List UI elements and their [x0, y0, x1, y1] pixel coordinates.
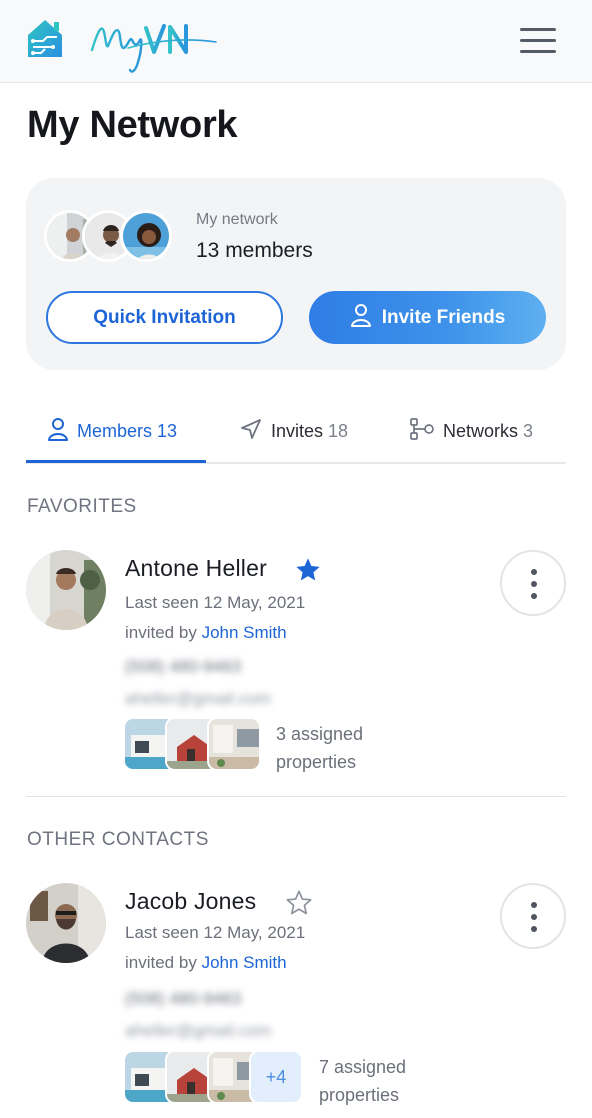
- property-thumbnail[interactable]: [207, 717, 261, 771]
- avatar: [120, 210, 172, 262]
- avatar[interactable]: [26, 550, 106, 630]
- assigned-properties-label: 7 assigned properties: [319, 1057, 407, 1105]
- contact-card[interactable]: Antone Heller Last seen 12 May, 2021 inv…: [26, 550, 566, 780]
- section-heading-other-contacts: OTHER CONTACTS: [27, 829, 209, 850]
- network-label: My network: [196, 211, 278, 228]
- invited-by-text: invited by John Smith: [125, 953, 287, 973]
- invited-by-prefix: invited by: [125, 953, 197, 972]
- tab-label: Members: [77, 420, 153, 441]
- phone-number: (508) 480-9463: [125, 989, 242, 1008]
- phone-number: (508) 480-9463: [125, 657, 242, 676]
- user-icon: [48, 417, 68, 446]
- inviter-link[interactable]: John Smith: [202, 623, 287, 642]
- tab-networks[interactable]: Networks 3: [410, 400, 533, 462]
- email-address: aheller@gmail.com: [125, 1021, 271, 1040]
- contact-card[interactable]: Jacob Jones Last seen 12 May, 2021 invit…: [26, 883, 566, 1113]
- last-seen-text: Last seen 12 May, 2021: [125, 593, 306, 612]
- page-title: My Network: [27, 104, 238, 146]
- avatar[interactable]: [26, 883, 106, 963]
- tab-bar: Members 13 Invites 18 Networks 3: [26, 400, 566, 464]
- contact-name[interactable]: Jacob Jones: [125, 888, 256, 915]
- invited-by-prefix: invited by: [125, 623, 197, 642]
- star-filled-icon[interactable]: [294, 556, 322, 584]
- tab-count: 13: [157, 420, 178, 441]
- tab-label: Invites: [271, 420, 324, 441]
- email-address: aheller@gmail.com: [125, 689, 271, 708]
- network-icon: [410, 417, 434, 445]
- more-properties-badge[interactable]: +4: [249, 1050, 303, 1104]
- user-icon: [350, 303, 372, 333]
- section-divider: [26, 796, 566, 797]
- tab-count: 18: [328, 420, 349, 441]
- inviter-link[interactable]: John Smith: [202, 953, 287, 972]
- tab-invites[interactable]: Invites 18: [240, 400, 348, 462]
- member-count: 13 members: [196, 239, 313, 262]
- hamburger-menu-icon[interactable]: [520, 28, 556, 56]
- invite-friends-button[interactable]: Invite Friends: [309, 291, 546, 344]
- logo-house-icon[interactable]: [25, 17, 65, 59]
- last-seen-text: Last seen 12 May, 2021: [125, 923, 306, 942]
- tab-members[interactable]: Members 13: [48, 400, 177, 462]
- tab-count: 3: [523, 420, 534, 441]
- tab-label: Networks: [443, 420, 519, 441]
- invited-by-text: invited by John Smith: [125, 623, 287, 643]
- network-summary-card: My network 13 members Quick Invitation I…: [26, 178, 566, 370]
- quick-invitation-button[interactable]: Quick Invitation: [46, 291, 283, 344]
- more-options-icon[interactable]: [500, 550, 566, 616]
- assigned-properties-label: 3 assigned properties: [276, 724, 364, 772]
- logo-wordmark[interactable]: [88, 10, 218, 80]
- property-thumbnails[interactable]: +4: [123, 1050, 343, 1104]
- send-icon: [240, 418, 262, 445]
- section-heading-favorites: FAVORITES: [27, 496, 137, 517]
- contact-name[interactable]: Antone Heller: [125, 555, 267, 582]
- star-outline-icon[interactable]: [285, 889, 313, 917]
- app-header: [0, 0, 592, 83]
- member-avatars: [44, 210, 174, 264]
- invite-friends-label: Invite Friends: [381, 306, 506, 328]
- more-options-icon[interactable]: [500, 883, 566, 949]
- active-tab-indicator: [26, 460, 206, 463]
